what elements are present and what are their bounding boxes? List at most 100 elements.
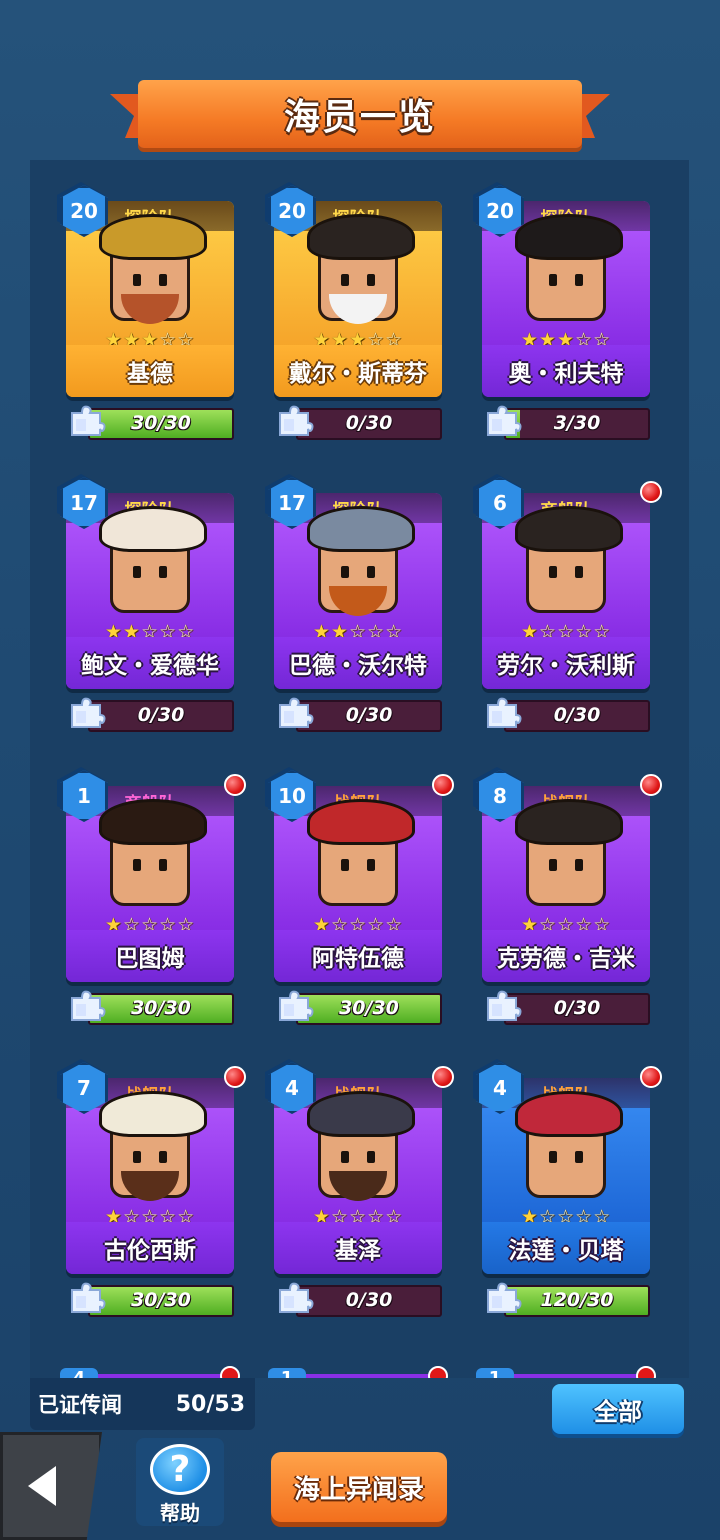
crew-name: 古伦西斯 [66, 1222, 234, 1274]
notification-dot-icon [640, 1066, 662, 1088]
beard-icon [121, 294, 179, 324]
puzzle-piece-icon [279, 405, 314, 436]
help-button[interactable]: ? 帮助 [136, 1438, 224, 1526]
crew-card[interactable]: 探险队 ★★★☆☆ 奥・利夫特 20 [473, 182, 662, 455]
question-mark-icon: ? [150, 1444, 210, 1495]
hat-icon [99, 214, 207, 260]
face-icon [307, 214, 415, 324]
shard-progress-bar: 30/30 [296, 993, 442, 1025]
level-badge: 1 [268, 1368, 306, 1378]
shard-progress-bar: 0/30 [88, 700, 234, 732]
eye-icon [341, 566, 349, 578]
back-arrow-icon [28, 1466, 56, 1506]
progress-text: 0/30 [345, 704, 393, 726]
shard-progress-bar: 0/30 [296, 700, 442, 732]
face-icon [515, 799, 623, 906]
puzzle-piece-icon [279, 990, 314, 1021]
hat-icon [307, 506, 415, 552]
puzzle-piece-icon [71, 1282, 106, 1313]
crew-card[interactable]: 商船队 ★☆☆☆☆ 巴图姆 1 [57, 767, 246, 1040]
hat-icon [307, 799, 415, 845]
shard-progress-bar: 30/30 [88, 993, 234, 1025]
crew-name: 戴尔・斯蒂芬 [274, 345, 442, 397]
progress-text: 120/30 [540, 1289, 614, 1311]
notification-dot-icon [432, 774, 454, 796]
notification-dot-icon [428, 1366, 448, 1378]
shard-progress-bar: 0/30 [504, 700, 650, 732]
crew-card-partial[interactable]: 1 [476, 1366, 656, 1378]
hat-icon [515, 1091, 623, 1137]
hat-icon [307, 214, 415, 260]
notification-dot-icon [640, 774, 662, 796]
puzzle-piece-icon [487, 697, 522, 728]
page-title: 海员一览 [283, 97, 436, 138]
crew-portrait [307, 799, 415, 920]
crew-portrait [515, 1091, 623, 1212]
crew-card[interactable]: 战舰队 ★☆☆☆☆ 阿特伍德 10 [265, 767, 454, 1040]
hat-icon [99, 1091, 207, 1137]
banner-plate: 海员一览 [138, 80, 582, 148]
progress-text: 0/30 [553, 704, 601, 726]
crew-card[interactable]: 战舰队 ★☆☆☆☆ 基泽 4 [265, 1059, 454, 1332]
eye-icon [159, 1151, 167, 1163]
hat-icon [515, 214, 623, 260]
face-icon [515, 214, 623, 321]
face-icon [307, 799, 415, 906]
crew-portrait [307, 1091, 415, 1212]
eye-icon [575, 566, 583, 578]
eye-icon [575, 274, 583, 286]
beard-icon [121, 1171, 179, 1201]
back-button[interactable] [0, 1432, 102, 1540]
filter-all-button[interactable]: 全部 [552, 1384, 684, 1434]
help-label: 帮助 [160, 1501, 200, 1525]
crew-card[interactable]: 商船队 ★☆☆☆☆ 劳尔・沃利斯 6 [473, 474, 662, 747]
hat-icon [307, 1091, 415, 1137]
eye-icon [159, 274, 167, 286]
notification-dot-icon [640, 481, 662, 503]
eye-icon [341, 274, 349, 286]
crew-name: 劳尔・沃利斯 [482, 637, 650, 689]
progress-text: 0/30 [553, 997, 601, 1019]
beard-icon [329, 294, 387, 324]
progress-text: 0/30 [137, 704, 185, 726]
puzzle-piece-icon [487, 990, 522, 1021]
crew-portrait [515, 799, 623, 920]
shard-progress-bar: 120/30 [504, 1285, 650, 1317]
crew-card[interactable]: 战舰队 ★☆☆☆☆ 克劳德・吉米 8 [473, 767, 662, 1040]
puzzle-piece-icon [71, 405, 106, 436]
crew-name: 巴图姆 [66, 930, 234, 982]
crew-card[interactable]: 探险队 ★★★☆☆ 戴尔・斯蒂芬 20 [265, 182, 454, 455]
level-badge: 1 [476, 1368, 514, 1378]
crew-card[interactable]: 探险队 ★★☆☆☆ 鲍文・爱德华 17 [57, 474, 246, 747]
eye-icon [549, 859, 557, 871]
eye-icon [133, 859, 141, 871]
notification-dot-icon [224, 1066, 246, 1088]
crew-card[interactable]: 战舰队 ★☆☆☆☆ 古伦西斯 7 [57, 1059, 246, 1332]
eye-icon [549, 566, 557, 578]
shard-progress-bar: 3/30 [504, 408, 650, 440]
eye-icon [159, 859, 167, 871]
level-badge: 4 [60, 1368, 98, 1378]
hat-icon [99, 799, 207, 845]
crew-portrait [307, 214, 415, 335]
puzzle-piece-icon [279, 1282, 314, 1313]
face-icon [99, 1091, 207, 1201]
crew-name: 基德 [66, 345, 234, 397]
puzzle-piece-icon [487, 405, 522, 436]
eye-icon [575, 859, 583, 871]
notification-dot-icon [432, 1066, 454, 1088]
crew-card[interactable]: 探险队 ★★☆☆☆ 巴德・沃尔特 17 [265, 474, 454, 747]
crew-name: 法莲・贝塔 [482, 1222, 650, 1274]
face-icon [515, 506, 623, 613]
sea-rumors-log-button[interactable]: 海上异闻录 [271, 1452, 447, 1522]
hat-icon [99, 506, 207, 552]
crew-card[interactable]: 探险队 ★★★☆☆ 基德 20 [57, 182, 246, 455]
eye-icon [367, 859, 375, 871]
hat-icon [515, 506, 623, 552]
crew-card-partial[interactable]: 1 [268, 1366, 448, 1378]
eye-icon [549, 1151, 557, 1163]
progress-text: 0/30 [345, 412, 393, 434]
crew-grid-panel[interactable]: 探险队 ★★★☆☆ 基德 20 [30, 160, 689, 1378]
crew-card[interactable]: 战舰队 ★☆☆☆☆ 法莲・贝塔 4 [473, 1059, 662, 1332]
notification-dot-icon [224, 774, 246, 796]
